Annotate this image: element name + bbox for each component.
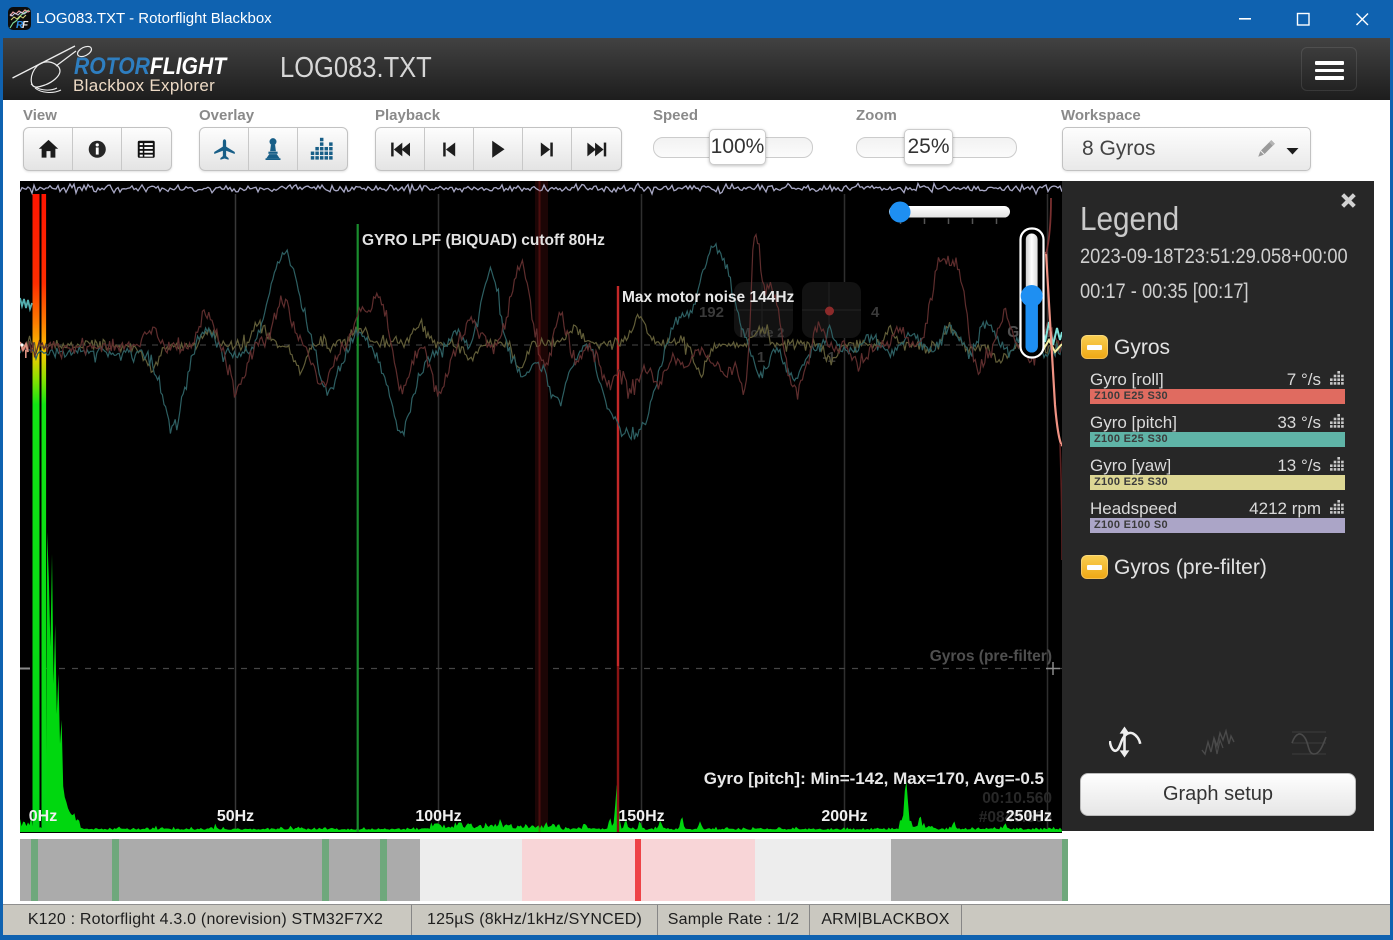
svg-text:150Hz: 150Hz	[618, 808, 664, 825]
svg-text:Gyro [pitch]: Min=-142, Max=17: Gyro [pitch]: Min=-142, Max=170, Avg=-0.…	[704, 769, 1044, 788]
svg-text:GYRO LPF (BIQUAD) cutoff 80Hz: GYRO LPF (BIQUAD) cutoff 80Hz	[362, 232, 605, 249]
svg-text:192: 192	[699, 304, 724, 321]
svg-text:100Hz: 100Hz	[415, 808, 461, 825]
svg-text:F: F	[22, 20, 29, 30]
svg-text:0Hz: 0Hz	[29, 808, 57, 825]
svg-text:250Hz: 250Hz	[1006, 808, 1052, 825]
svg-text:200Hz: 200Hz	[821, 808, 867, 825]
svg-text:00:10.560: 00:10.560	[982, 790, 1052, 807]
svg-text:4: 4	[871, 304, 880, 321]
svg-text:Max motor noise 144Hz: Max motor noise 144Hz	[622, 289, 795, 306]
svg-text:1: 1	[757, 349, 765, 366]
svg-text:Gyros (pre-filter): Gyros (pre-filter)	[930, 648, 1052, 665]
svg-text:50Hz: 50Hz	[217, 808, 254, 825]
